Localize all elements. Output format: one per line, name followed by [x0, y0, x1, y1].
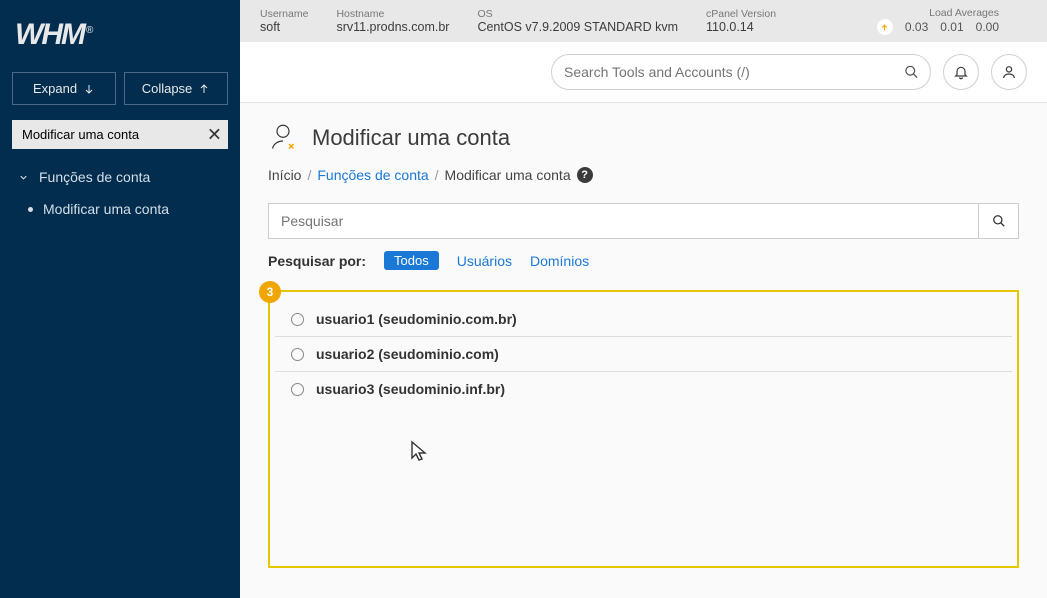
- hostname-value: srv11.prodns.com.br: [336, 20, 449, 34]
- account-row[interactable]: usuario1 (seudominio.com.br): [275, 302, 1012, 337]
- user-button[interactable]: [991, 54, 1027, 90]
- account-label: usuario1 (seudominio.com.br): [316, 311, 517, 327]
- secondbar: [240, 42, 1047, 103]
- breadcrumb-current: Modificar uma conta: [445, 167, 571, 183]
- main-content: Username soft Hostname srv11.prodns.com.…: [240, 0, 1047, 598]
- sidebar-group-account-functions[interactable]: Funções de conta: [0, 161, 240, 193]
- account-search-button[interactable]: [979, 203, 1019, 239]
- cursor-icon: [410, 440, 428, 462]
- logo-reg: ®: [86, 25, 91, 36]
- notifications-button[interactable]: [943, 54, 979, 90]
- sidebar-search: ✕: [12, 120, 228, 149]
- sidebar-item-modify-account[interactable]: Modificar uma conta: [0, 193, 240, 225]
- sidebar-search-input[interactable]: [12, 120, 228, 149]
- arrow-up-icon: [198, 83, 210, 95]
- radio-icon[interactable]: [291, 348, 304, 361]
- load-2: 0.01: [940, 20, 963, 34]
- sidebar-group-label: Funções de conta: [39, 169, 150, 185]
- collapse-button[interactable]: Collapse: [124, 72, 228, 105]
- filter-all[interactable]: Todos: [384, 251, 439, 270]
- account-icon: [268, 123, 298, 153]
- breadcrumb-sep: /: [307, 167, 311, 183]
- os-value: CentOS v7.9.2009 STANDARD kvm: [477, 20, 678, 34]
- radio-icon[interactable]: [291, 313, 304, 326]
- upload-icon: [877, 19, 893, 35]
- expand-label: Expand: [33, 81, 77, 96]
- page-title: Modificar uma conta: [312, 125, 510, 151]
- breadcrumb-sep: /: [435, 167, 439, 183]
- step-badge: 3: [259, 281, 281, 303]
- account-label: usuario3 (seudominio.inf.br): [316, 381, 505, 397]
- topbar: Username soft Hostname srv11.prodns.com.…: [240, 0, 1047, 42]
- filter-domains[interactable]: Domínios: [530, 253, 589, 269]
- hostname-label: Hostname: [336, 8, 449, 20]
- bell-icon: [953, 64, 969, 80]
- arrow-down-icon: [83, 83, 95, 95]
- expand-button[interactable]: Expand: [12, 72, 116, 105]
- accounts-list: 3 usuario1 (seudominio.com.br) usuario2 …: [268, 290, 1019, 568]
- filter-label: Pesquisar por:: [268, 253, 366, 269]
- filter-users[interactable]: Usuários: [457, 253, 512, 269]
- bullet-icon: [28, 207, 33, 212]
- load-label: Load Averages: [877, 7, 999, 19]
- radio-icon[interactable]: [291, 383, 304, 396]
- username-value: soft: [260, 20, 308, 34]
- load-1: 0.03: [905, 20, 928, 34]
- clear-icon[interactable]: ✕: [207, 124, 222, 145]
- sidebar-item-label: Modificar uma conta: [43, 201, 169, 217]
- search-icon: [992, 214, 1006, 228]
- account-row[interactable]: usuario3 (seudominio.inf.br): [275, 372, 1012, 406]
- collapse-label: Collapse: [142, 81, 193, 96]
- sidebar: WHM® Expand Collapse ✕ Fun: [0, 0, 240, 598]
- username-label: Username: [260, 8, 308, 20]
- main-search-input[interactable]: [551, 54, 931, 90]
- breadcrumb-group[interactable]: Funções de conta: [317, 167, 428, 183]
- user-icon: [1001, 64, 1017, 80]
- breadcrumb: Início / Funções de conta / Modificar um…: [268, 167, 1019, 183]
- breadcrumb-home[interactable]: Início: [268, 167, 301, 183]
- logo: WHM®: [0, 0, 240, 64]
- cpanel-label: cPanel Version: [706, 8, 776, 20]
- chevron-down-icon: [18, 172, 29, 183]
- os-label: OS: [477, 8, 678, 20]
- account-search-input[interactable]: [268, 203, 979, 239]
- cpanel-value: 110.0.14: [706, 20, 776, 34]
- help-icon[interactable]: ?: [577, 167, 593, 183]
- search-icon[interactable]: [904, 65, 919, 80]
- load-3: 0.00: [976, 20, 999, 34]
- account-row[interactable]: usuario2 (seudominio.com): [275, 337, 1012, 372]
- account-label: usuario2 (seudominio.com): [316, 346, 499, 362]
- logo-text: WHM: [15, 18, 84, 51]
